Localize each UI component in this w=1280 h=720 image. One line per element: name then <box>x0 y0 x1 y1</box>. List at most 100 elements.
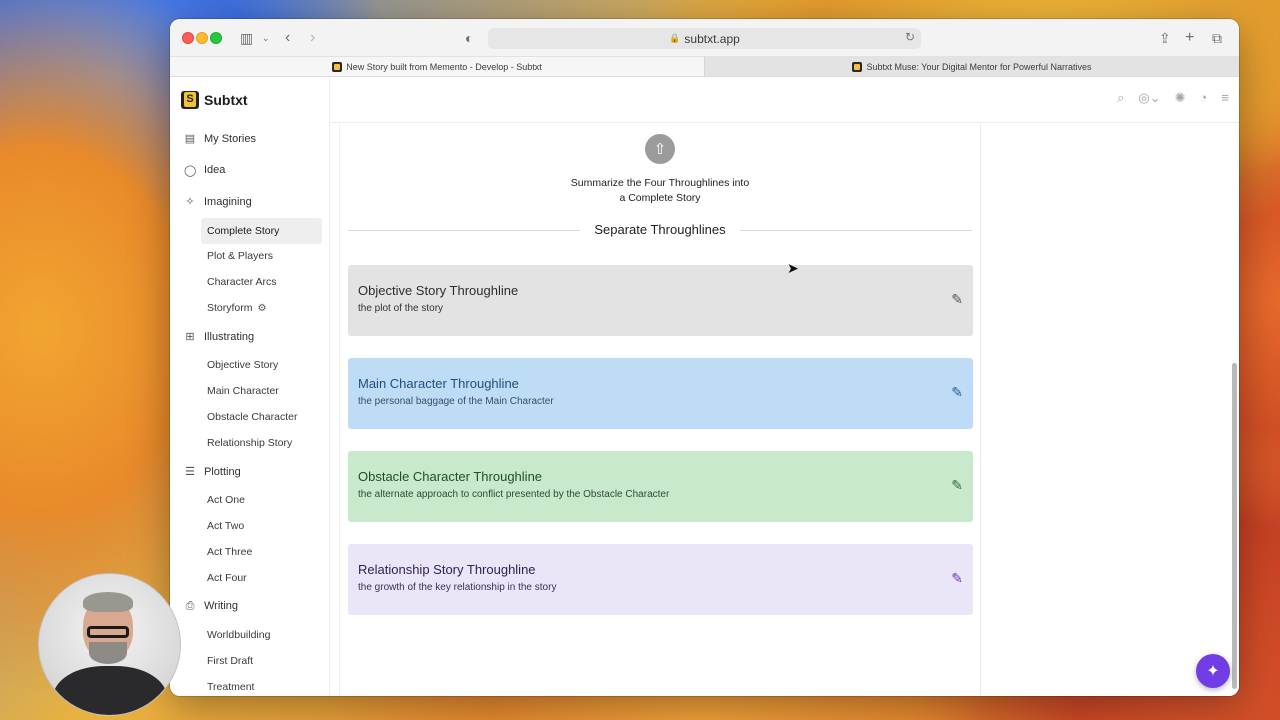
sidebar-item-idea[interactable]: ◯ Idea <box>170 155 329 187</box>
card-title: Main Character Throughline <box>358 376 519 391</box>
sidebar-item-complete-story[interactable]: Complete Story <box>201 217 322 244</box>
sidebar-section-label: Illustrating <box>204 330 255 343</box>
sidebar-item-act-one[interactable]: Act One <box>170 487 329 513</box>
chevron-down-icon[interactable]: ⌄ <box>262 29 270 47</box>
top-toolbar: ⌕ ◎⌄ ✺ ◔ ≡ <box>1117 90 1229 106</box>
gear-icon: ⚙ <box>257 302 267 314</box>
card-main-character[interactable]: Main Character Throughline the personal … <box>348 358 973 429</box>
subtxt-favicon-icon <box>852 61 863 72</box>
sidebar-item-label: Treatment <box>207 680 255 693</box>
sidebar-item-my-stories[interactable]: ▤ My Stories <box>170 123 329 155</box>
card-title: Objective Story Throughline <box>358 283 519 298</box>
sidebar-item-label: Main Character <box>207 385 279 398</box>
sidebar-item-plot-players[interactable]: Plot & Players <box>170 244 329 270</box>
zoom-window-button[interactable] <box>210 32 222 44</box>
menu-icon[interactable]: ≡ <box>1221 90 1229 106</box>
arrow-up-icon: ⇧ <box>653 141 667 158</box>
sidebar-section-label: Imagining <box>204 195 252 208</box>
content-column: ⇧ Summarize the Four Throughlines into a… <box>339 123 981 696</box>
main-panel: ⌕ ◎⌄ ✺ ◔ ≡ ⇧ Summarize the Four Throughl… <box>330 77 1239 696</box>
minimize-window-button[interactable] <box>196 32 208 44</box>
sidebar-item-label: Relationship Story <box>207 436 293 449</box>
sidebar-item-label: Act Four <box>207 571 247 584</box>
subtxt-logo-icon <box>181 91 199 109</box>
presenter-glasses <box>87 626 129 638</box>
sidebar-item-objective-story[interactable]: Objective Story <box>170 353 329 379</box>
summarize-instruction: Summarize the Four Throughlines into a C… <box>560 176 760 205</box>
top-bar: ⌕ ◎⌄ ✺ ◔ ≡ <box>330 77 1239 123</box>
mouse-cursor-icon: ➤ <box>787 260 799 276</box>
edit-icon[interactable]: ✎ <box>951 384 963 401</box>
app-area: Subtxt ▤ My Stories ◯ Idea ✧ Imagining C… <box>170 77 1239 696</box>
github-icon[interactable]: ◔ <box>1200 90 1208 106</box>
lock-icon: 🔒 <box>669 33 681 43</box>
sidebar-item-first-draft[interactable]: First Draft <box>170 648 329 674</box>
sidebar-item-label: Complete Story <box>207 224 280 237</box>
sidebar-item-label: My Stories <box>204 132 256 145</box>
new-tab-icon[interactable]: + <box>1185 29 1194 47</box>
edit-icon[interactable]: ✎ <box>951 570 963 587</box>
card-obstacle-character[interactable]: Obstacle Character Throughline the alter… <box>348 451 973 522</box>
subtxt-favicon-icon <box>332 61 343 72</box>
presenter-beard <box>89 642 127 664</box>
webcam-overlay <box>38 573 181 716</box>
share-icon[interactable]: ⇪ <box>1159 29 1171 47</box>
sidebar-item-act-four[interactable]: Act Four <box>170 565 329 591</box>
sparkles-icon: ✦ <box>1206 663 1220 680</box>
card-title: Obstacle Character Throughline <box>358 469 543 484</box>
openai-icon[interactable]: ✺ <box>1175 90 1186 106</box>
sidebar-item-relationship-story[interactable]: Relationship Story <box>170 430 329 456</box>
ai-assistant-button[interactable]: ✦ <box>1196 654 1230 688</box>
upload-summarize-button[interactable]: ⇧ <box>645 134 675 164</box>
account-menu-icon[interactable]: ◎⌄ <box>1138 90 1160 106</box>
sidebar-item-label: Act Three <box>207 545 253 558</box>
sidebar-item-treatment[interactable]: Treatment <box>170 674 329 696</box>
vertical-scrollbar[interactable] <box>1232 363 1237 689</box>
tab-title: Subtxt Muse: Your Digital Mentor for Pow… <box>866 61 1092 72</box>
browser-titlebar: ▥ ⌄ ‹ › ◐ 🔒 subtxt.app ↻ ⇪ + ⧉ <box>170 19 1239 57</box>
tab-develop[interactable]: New Story built from Memento - Develop -… <box>170 57 704 76</box>
timeline-list-icon: ☰ <box>185 466 195 479</box>
sidebar-item-main-character[interactable]: Main Character <box>170 378 329 404</box>
sidebar-section-imagining[interactable]: ✧ Imagining <box>170 186 329 218</box>
sidebar-item-label: Obstacle Character <box>207 411 298 424</box>
sidebar-item-label: Act One <box>207 494 245 507</box>
sidebar-item-act-two[interactable]: Act Two <box>170 513 329 539</box>
sidebar-item-label: Plot & Players <box>207 250 273 263</box>
sidebar-section-writing[interactable]: ⎙ Writing <box>170 591 329 623</box>
tab-overview-icon[interactable]: ⧉ <box>1212 29 1222 47</box>
search-icon[interactable]: ⌕ <box>1117 90 1124 106</box>
brand[interactable]: Subtxt <box>170 77 329 123</box>
card-description: the plot of the story <box>358 303 444 314</box>
sparkle-wand-icon: ✧ <box>185 196 195 209</box>
tab-muse[interactable]: Subtxt Muse: Your Digital Mentor for Pow… <box>704 57 1239 76</box>
edit-icon[interactable]: ✎ <box>951 477 963 494</box>
sidebar-section-illustrating[interactable]: ⊞ Illustrating <box>170 321 329 353</box>
sidebar-item-worldbuilding[interactable]: Worldbuilding <box>170 622 329 648</box>
books-icon: ▤ <box>184 133 196 146</box>
sidebar-item-character-arcs[interactable]: Character Arcs <box>170 269 329 295</box>
sidebar-section-label: Plotting <box>204 465 241 478</box>
sidebar-item-storyform[interactable]: Storyform ⚙ <box>170 295 329 321</box>
card-objective-story[interactable]: Objective Story Throughline the plot of … <box>348 265 973 336</box>
grid-icon: ⊞ <box>185 331 195 344</box>
edit-icon[interactable]: ✎ <box>951 291 963 308</box>
forward-icon[interactable]: › <box>310 29 315 47</box>
reload-icon[interactable]: ↻ <box>905 30 915 44</box>
sidebar-item-obstacle-character[interactable]: Obstacle Character <box>170 404 329 430</box>
card-title: Relationship Story Throughline <box>358 562 536 577</box>
address-bar[interactable]: 🔒 subtxt.app ↻ <box>488 28 921 49</box>
privacy-shield-icon[interactable]: ◐ <box>465 29 473 47</box>
tab-title: New Story built from Memento - Develop -… <box>346 61 542 72</box>
back-icon[interactable]: ‹ <box>285 29 290 47</box>
sidebar-toggle-icon[interactable]: ▥ <box>240 29 253 47</box>
sidebar-item-label: Storyform <box>207 302 253 315</box>
lightbulb-icon: ◯ <box>184 164 197 177</box>
card-description: the personal baggage of the Main Charact… <box>358 396 554 407</box>
close-window-button[interactable] <box>182 32 194 44</box>
sidebar-item-act-three[interactable]: Act Three <box>170 539 329 565</box>
sidebar-nav: ▤ My Stories ◯ Idea ✧ Imagining Complete… <box>170 123 329 696</box>
sidebar-section-plotting[interactable]: ☰ Plotting <box>170 456 329 488</box>
card-relationship-story[interactable]: Relationship Story Throughline the growt… <box>348 544 973 615</box>
sidebar-item-label: Idea <box>204 164 226 177</box>
